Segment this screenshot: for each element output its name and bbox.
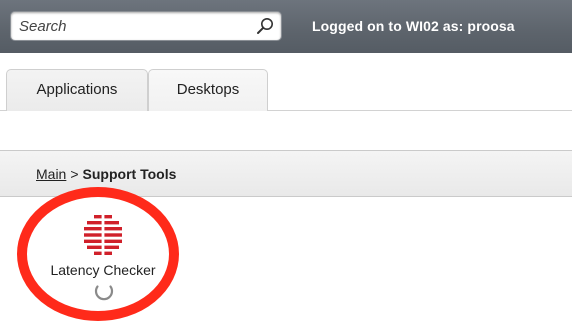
tab-desktops[interactable]: Desktops — [148, 69, 268, 111]
logon-status: Logged on to WI02 as: proosa — [312, 18, 515, 34]
tab-applications[interactable]: Applications — [6, 69, 148, 111]
breadcrumb-current: Support Tools — [82, 166, 177, 182]
tab-strip: Applications Desktops — [0, 53, 572, 111]
app-label: Latency Checker — [50, 262, 156, 278]
breadcrumb-separator: > — [70, 166, 79, 182]
breadcrumb-bar: Main > Support Tools — [0, 150, 572, 197]
latency-checker-icon[interactable] — [84, 215, 122, 255]
app-tile-latency-checker[interactable]: Latency Checker — [40, 205, 166, 315]
search-box[interactable] — [10, 11, 282, 41]
loading-spinner-icon — [94, 285, 114, 301]
breadcrumb: Main > Support Tools — [36, 166, 176, 182]
search-input[interactable] — [19, 16, 249, 36]
top-bar: Logged on to WI02 as: proosa — [0, 0, 572, 53]
breadcrumb-main-link[interactable]: Main — [36, 166, 66, 182]
search-icon[interactable] — [255, 16, 275, 36]
